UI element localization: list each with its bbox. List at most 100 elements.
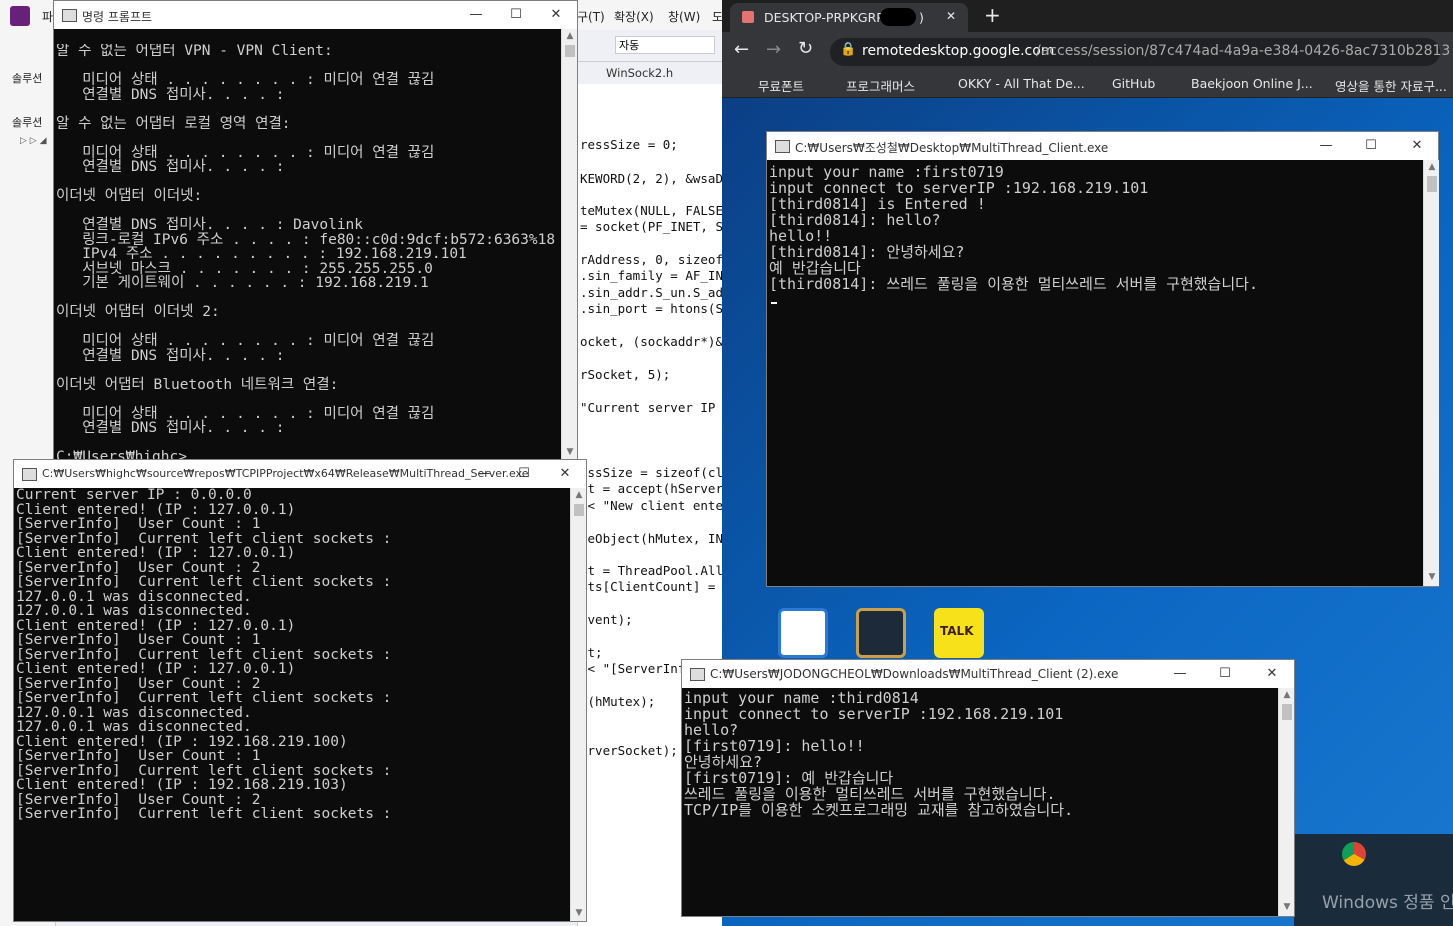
bookmark-item[interactable]: Baekjoon Online J...	[1191, 76, 1313, 91]
client2-window[interactable]: C:₩Users₩JODONGCHEOL₩Downloads₩MultiThre…	[681, 659, 1295, 917]
bookmark-item[interactable]: 프로그래머스	[846, 76, 915, 95]
console-line: 연결별 DNS 접미사. . . . :	[56, 420, 285, 436]
console-line: [ServerInfo] User Count : 1	[16, 516, 261, 532]
console-line: Client entered! (IP : 127.0.0.1)	[16, 545, 296, 561]
console-line: IPv4 주소 . . . . . . . . . : 192.168.219.…	[56, 246, 467, 262]
minimize-icon[interactable]: —	[474, 464, 494, 484]
code-line: << "New client entere	[580, 498, 722, 513]
console-line: Client entered! (IP : 192.168.219.100)	[16, 733, 348, 750]
client2-titlebar[interactable]: C:₩Users₩JODONGCHEOL₩Downloads₩MultiThre…	[682, 660, 1294, 688]
scroll-up-icon[interactable]: ▲	[571, 490, 587, 500]
scroll-down-icon[interactable]: ▼	[1279, 902, 1295, 912]
back-icon[interactable]: ←	[734, 39, 749, 60]
console-line: [ServerInfo] Current left client sockets…	[16, 530, 392, 547]
console-line: 미디어 상태 . . . . . . . . : 미디어 연결 끊김	[56, 405, 435, 422]
config-combo[interactable]: 자동	[615, 36, 715, 54]
console-line: 이더넷 어댑터 Bluetooth 네트워크 연결:	[56, 376, 339, 393]
cmd-scrollbar[interactable]: ▲ ▼	[561, 29, 577, 459]
console-line: [ServerInfo] User Count : 2	[16, 675, 261, 692]
server-titlebar[interactable]: C:₩Users₩highc₩source₩repos₩TCPIPProject…	[14, 460, 586, 488]
chrome-tab-strip: DESKTOP-PRPKGRP( ) ✕ +	[722, 0, 1453, 32]
bookmark-item[interactable]: OKKY - All That De...	[958, 76, 1085, 91]
code-line: ets[ClientCount] = hC	[580, 579, 722, 594]
console-line: [ServerInfo] Current left client sockets…	[16, 762, 392, 779]
client1-titlebar[interactable]: C:₩Users₩조성철₩Desktop₩MultiThread_Client.…	[767, 132, 1438, 160]
vs-menu-help[interactable]: 도	[712, 8, 722, 25]
console-line: [ServerInfo] User Count : 1	[16, 748, 261, 764]
close-icon[interactable]: ✕	[1407, 136, 1427, 156]
new-tab-icon[interactable]: +	[984, 3, 1001, 27]
server-scrollbar[interactable]: ▲ ▼	[570, 488, 586, 921]
scroll-down-icon[interactable]: ▼	[571, 908, 587, 918]
cmd-window[interactable]: 명령 프롬프트 — ☐ ✕ 알 수 없는 어댑터 VPN - VPN Clien…	[53, 0, 578, 460]
minimize-icon[interactable]: —	[1170, 664, 1190, 684]
console-line: 127.0.0.1 was disconnected.	[16, 588, 252, 605]
code-line: .sin_addr.S_un.S_addr	[580, 285, 722, 300]
address-bar[interactable]: 🔒 remotedesktop.google.com /access/sessi…	[830, 38, 1450, 66]
minimize-icon[interactable]: —	[1316, 136, 1336, 156]
scroll-down-icon[interactable]: ▼	[1424, 572, 1440, 582]
scroll-down-icon[interactable]: ▼	[562, 447, 578, 457]
scroll-thumb[interactable]	[574, 504, 584, 516]
tab-close-icon[interactable]: ✕	[946, 9, 956, 23]
console-line: 127.0.0.1 was disconnected.	[16, 704, 252, 721]
close-icon[interactable]: ✕	[555, 464, 575, 484]
scroll-thumb[interactable]	[1427, 176, 1437, 192]
console-line: 연결별 DNS 접미사. . . . :	[56, 347, 285, 364]
client1-output: input your name :first0719 input connect …	[769, 164, 1421, 584]
code-line: nt = ThreadPool.Allo	[580, 563, 722, 578]
close-icon[interactable]: ✕	[546, 5, 566, 25]
vs-menu-extensions[interactable]: 확장(X)	[614, 8, 654, 25]
forward-icon[interactable]: →	[766, 39, 781, 60]
scroll-thumb[interactable]	[565, 45, 575, 57]
client1-window[interactable]: C:₩Users₩조성철₩Desktop₩MultiThread_Client.…	[766, 131, 1439, 587]
maximize-icon[interactable]: ☐	[506, 5, 526, 25]
bookmark-item[interactable]: 영상을 통한 자료구...	[1335, 76, 1447, 95]
code-line: x(hMutex);	[580, 694, 656, 709]
scroll-up-icon[interactable]: ▲	[1279, 690, 1295, 700]
vs-menu-file[interactable]: 파	[42, 8, 53, 25]
tab-winsock2-h[interactable]: WinSock2.h	[606, 66, 673, 80]
tree-expand-icon[interactable]: ▷ ▷ ◢	[20, 136, 47, 146]
vs-logo-icon	[10, 6, 30, 26]
code-line: << "[ServerInfo	[580, 661, 693, 676]
console-line: [third0814]: hello?	[769, 211, 941, 229]
reload-icon[interactable]: ↻	[798, 38, 813, 59]
ie-icon[interactable]	[778, 608, 828, 658]
scroll-thumb[interactable]	[1282, 704, 1292, 720]
server-window[interactable]: C:₩Users₩highc₩source₩repos₩TCPIPProject…	[13, 459, 587, 922]
maximize-icon[interactable]: ☐	[1361, 136, 1381, 156]
minimize-icon[interactable]: —	[466, 5, 486, 25]
scroll-up-icon[interactable]: ▲	[562, 31, 578, 41]
maximize-icon[interactable]: ☐	[1215, 664, 1235, 684]
url-path: /access/session/87c474ad-4a9a-e384-0426-…	[1036, 43, 1451, 59]
cmd-titlebar[interactable]: 명령 프롬프트 — ☐ ✕	[54, 1, 577, 29]
console-line: [third0814]: 쓰레드 풀링을 이용한 멀티쓰레드 서버를 구현했습니…	[769, 275, 1258, 293]
kakaotalk-icon[interactable]: TALK	[934, 608, 984, 658]
code-line: KEWORD(2, 2), &wsaData	[580, 171, 722, 186]
code-line: teMutex(NULL, FALSE, N	[580, 203, 722, 218]
cmd-title: 명령 프롬프트	[82, 10, 153, 24]
vs-menu-tools[interactable]: 구(T)	[577, 8, 605, 25]
maximize-icon[interactable]: ☐	[514, 464, 534, 484]
vs-menu-window[interactable]: 창(W)	[668, 8, 700, 25]
client1-scrollbar[interactable]: ▲ ▼	[1423, 160, 1439, 586]
chrome-tab[interactable]: DESKTOP-PRPKGRP( ) ✕	[730, 3, 968, 32]
bookmark-item[interactable]: 무료폰트	[758, 76, 804, 95]
scroll-up-icon[interactable]: ▲	[1424, 162, 1440, 172]
league-of-legends-icon[interactable]	[856, 608, 906, 658]
code-line: .sin_family = AF_INET;	[580, 268, 722, 283]
solution-label: 솔루션	[12, 116, 43, 129]
console-line: 쓰레드 풀링을 이용한 멀티쓰레드 서버를 구현했습니다.	[684, 785, 1056, 803]
code-line: leObject(hMutex, INF	[580, 531, 722, 546]
client2-scrollbar[interactable]: ▲ ▼	[1278, 688, 1294, 916]
bookmark-item[interactable]: GitHub	[1112, 76, 1155, 91]
url-domain: remotedesktop.google.com	[862, 43, 1055, 59]
windows-watermark: Windows 정품 인증	[1322, 893, 1453, 913]
chrome-taskbar-icon[interactable]	[1342, 842, 1366, 866]
close-icon[interactable]: ✕	[1262, 664, 1282, 684]
console-line: 기본 게이트웨이 . . . . . . : 192.168.219.1	[56, 275, 429, 291]
